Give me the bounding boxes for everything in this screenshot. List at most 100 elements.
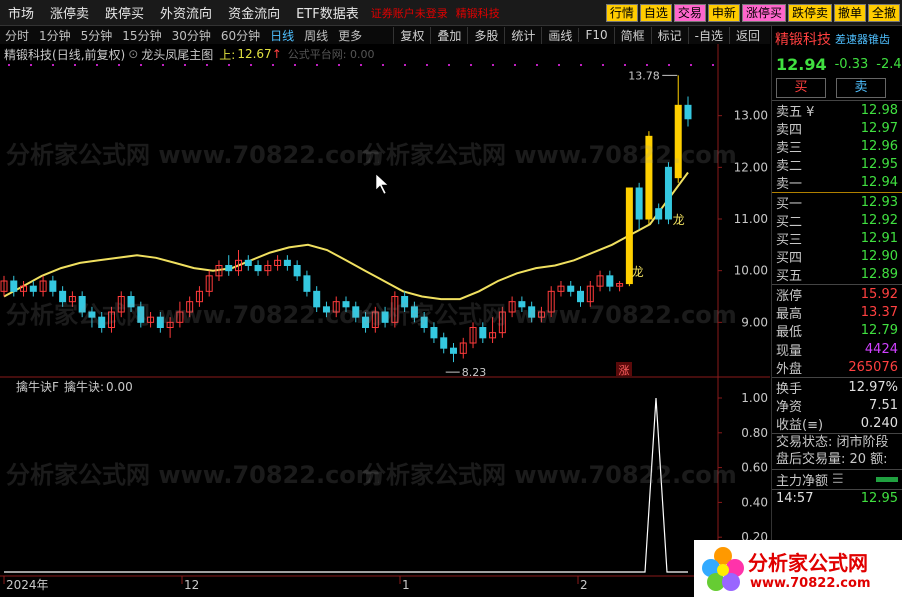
quick-button[interactable]: 申新 <box>707 4 740 22</box>
period-tab[interactable]: 分时 <box>0 27 34 44</box>
quote-concept-tag[interactable]: 差速器锥齿 <box>835 31 890 47</box>
order-level-label: 买五 <box>776 269 803 285</box>
order-level[interactable]: 卖四 12.97 <box>772 119 902 138</box>
quick-button[interactable]: 涨停买 <box>741 4 786 22</box>
candle-body <box>254 265 262 272</box>
stat-row: 换手 12.97% <box>772 378 902 397</box>
order-level[interactable]: 买四 12.90 <box>772 248 902 266</box>
tool-button[interactable]: 画线 <box>541 26 578 44</box>
tool-button[interactable]: 简框 <box>613 26 651 44</box>
top-marker-dot <box>360 64 362 66</box>
order-level-price: 12.90 <box>860 249 898 265</box>
sub-chart-value-label: 擒牛诀: <box>64 379 104 394</box>
price-axis-label: 10.00 <box>734 264 768 278</box>
top-marker-dot <box>602 64 604 66</box>
up-arrow-icon: ↑ <box>271 47 282 61</box>
candle-body <box>244 259 252 266</box>
order-level[interactable]: 买一 12.93 <box>772 193 902 212</box>
tick-time: 14:57 <box>776 491 814 507</box>
date-axis-label: 2024年 <box>6 578 49 592</box>
period-tab[interactable]: 1分钟 <box>34 27 76 44</box>
period-tab[interactable]: 周线 <box>299 27 333 44</box>
candle-body <box>664 166 672 220</box>
candle-body <box>78 296 86 313</box>
quick-button[interactable]: 跌停卖 <box>787 4 832 22</box>
order-level[interactable]: 买二 12.92 <box>772 211 902 230</box>
quote-price-row: 12.94 -0.33 -2.4 <box>772 52 902 76</box>
order-level[interactable]: 卖三 12.96 <box>772 137 902 156</box>
quick-button[interactable]: 交易 <box>673 4 706 22</box>
menu-capital-flow[interactable]: 资金流向 <box>220 3 288 22</box>
order-level[interactable]: 买五 12.89 <box>772 266 902 284</box>
candle-body <box>303 275 311 292</box>
top-marker-dot <box>514 64 516 66</box>
period-tab[interactable]: 5分钟 <box>76 27 118 44</box>
period-tab[interactable]: 60分钟 <box>216 27 265 44</box>
candle-body <box>98 316 106 328</box>
kline-chart[interactable]: 13.0012.0011.0010.009.0013.788.23龙龙涨擒牛诀F… <box>0 44 770 597</box>
indicator-name[interactable]: 龙头凤尾主图 <box>141 46 213 63</box>
tool-button[interactable]: F10 <box>578 28 613 42</box>
tool-button[interactable]: 复权 <box>393 26 430 44</box>
tool-buttons: 复权 叠加 多股 统计 画线 F10 简框 标记 -自选 返回 <box>393 26 766 44</box>
main-chart-title: 精锻科技 (日线,前复权) ⊙ 龙头凤尾主图 上: 12.67 ↑ 公式平台网:… <box>0 46 374 62</box>
flower-logo-icon <box>702 547 744 591</box>
order-level[interactable]: 卖五 ¥ 12.98 <box>772 101 902 120</box>
quote-header: 精锻科技 差速器锥齿 <box>772 26 902 52</box>
candle-body <box>381 311 389 323</box>
indicator-toggle-icon[interactable]: ⊙ <box>128 47 138 61</box>
tool-button[interactable]: 统计 <box>504 26 541 44</box>
quote-price: 12.94 <box>776 54 827 74</box>
top-marker-dot <box>8 64 10 66</box>
top-marker-dot <box>382 64 384 66</box>
tool-button[interactable]: 返回 <box>728 26 766 44</box>
buy-button[interactable]: 买 <box>776 78 826 98</box>
order-level-price: 12.89 <box>860 267 898 283</box>
chart-area[interactable]: 13.00 12.00 11.00 10.00 9.00 13.78 8.23 龙龙涨擒牛诀F… <box>0 44 770 597</box>
menu-limit-down-buy[interactable]: 跌停买 <box>97 3 152 22</box>
period-tab[interactable]: 日线 <box>265 27 299 44</box>
sell-button[interactable]: 卖 <box>836 78 886 98</box>
menu-etf-table[interactable]: ETF数据表 <box>288 3 367 22</box>
menu-foreign-flow[interactable]: 外资流向 <box>152 3 220 22</box>
candle-body <box>479 327 487 339</box>
order-level[interactable]: 卖一 12.94 <box>772 174 902 192</box>
order-level[interactable]: 卖二 12.95 <box>772 156 902 174</box>
top-marker-dot <box>272 64 274 66</box>
sub-axis-label: 0.60 <box>741 461 768 475</box>
tool-button[interactable]: 多股 <box>467 26 504 44</box>
ma-line <box>3 171 689 301</box>
period-tab[interactable]: 15分钟 <box>117 27 166 44</box>
quick-button[interactable]: 行情 <box>605 4 638 22</box>
up-label: 上: <box>219 47 236 62</box>
quick-button[interactable]: 全撤 <box>867 4 900 22</box>
fund-row[interactable]: 主力净额 ☰ <box>772 469 902 489</box>
top-marker-dot <box>96 64 98 66</box>
chart-stock-label: 精锻科技 <box>4 47 53 62</box>
candle-body <box>137 306 145 323</box>
tool-button[interactable]: 标记 <box>650 26 688 44</box>
sub-chart-title: 擒牛诀F <box>16 379 59 394</box>
order-level-label: 买一 <box>776 196 803 212</box>
menu-limit-up-sell[interactable]: 涨停卖 <box>42 3 97 22</box>
top-marker-dot <box>118 64 120 66</box>
order-level-label: 卖四 <box>776 122 803 138</box>
zhang-badge-label: 涨 <box>619 364 630 377</box>
top-marker-dot <box>338 64 340 66</box>
tool-button[interactable]: -自选 <box>687 26 729 44</box>
menu-market[interactable]: 市场 <box>0 3 42 22</box>
dragon-signal-label: 龙 <box>632 265 644 279</box>
stat-label: 涨停 <box>776 288 803 304</box>
mouse-cursor-icon <box>375 173 389 195</box>
candle-body <box>156 316 164 328</box>
candle-body <box>313 290 321 308</box>
order-level[interactable]: 买三 12.91 <box>772 229 902 248</box>
stat-value: 12.97% <box>848 379 898 395</box>
period-tab[interactable]: 30分钟 <box>167 27 216 44</box>
order-level-price: 12.91 <box>860 230 898 246</box>
tool-button[interactable]: 叠加 <box>430 26 467 44</box>
quick-button[interactable]: 撤单 <box>833 4 866 22</box>
stat-label: 最高 <box>776 306 803 322</box>
quick-button[interactable]: 自选 <box>639 4 672 22</box>
period-tab[interactable]: 更多 <box>333 27 367 44</box>
